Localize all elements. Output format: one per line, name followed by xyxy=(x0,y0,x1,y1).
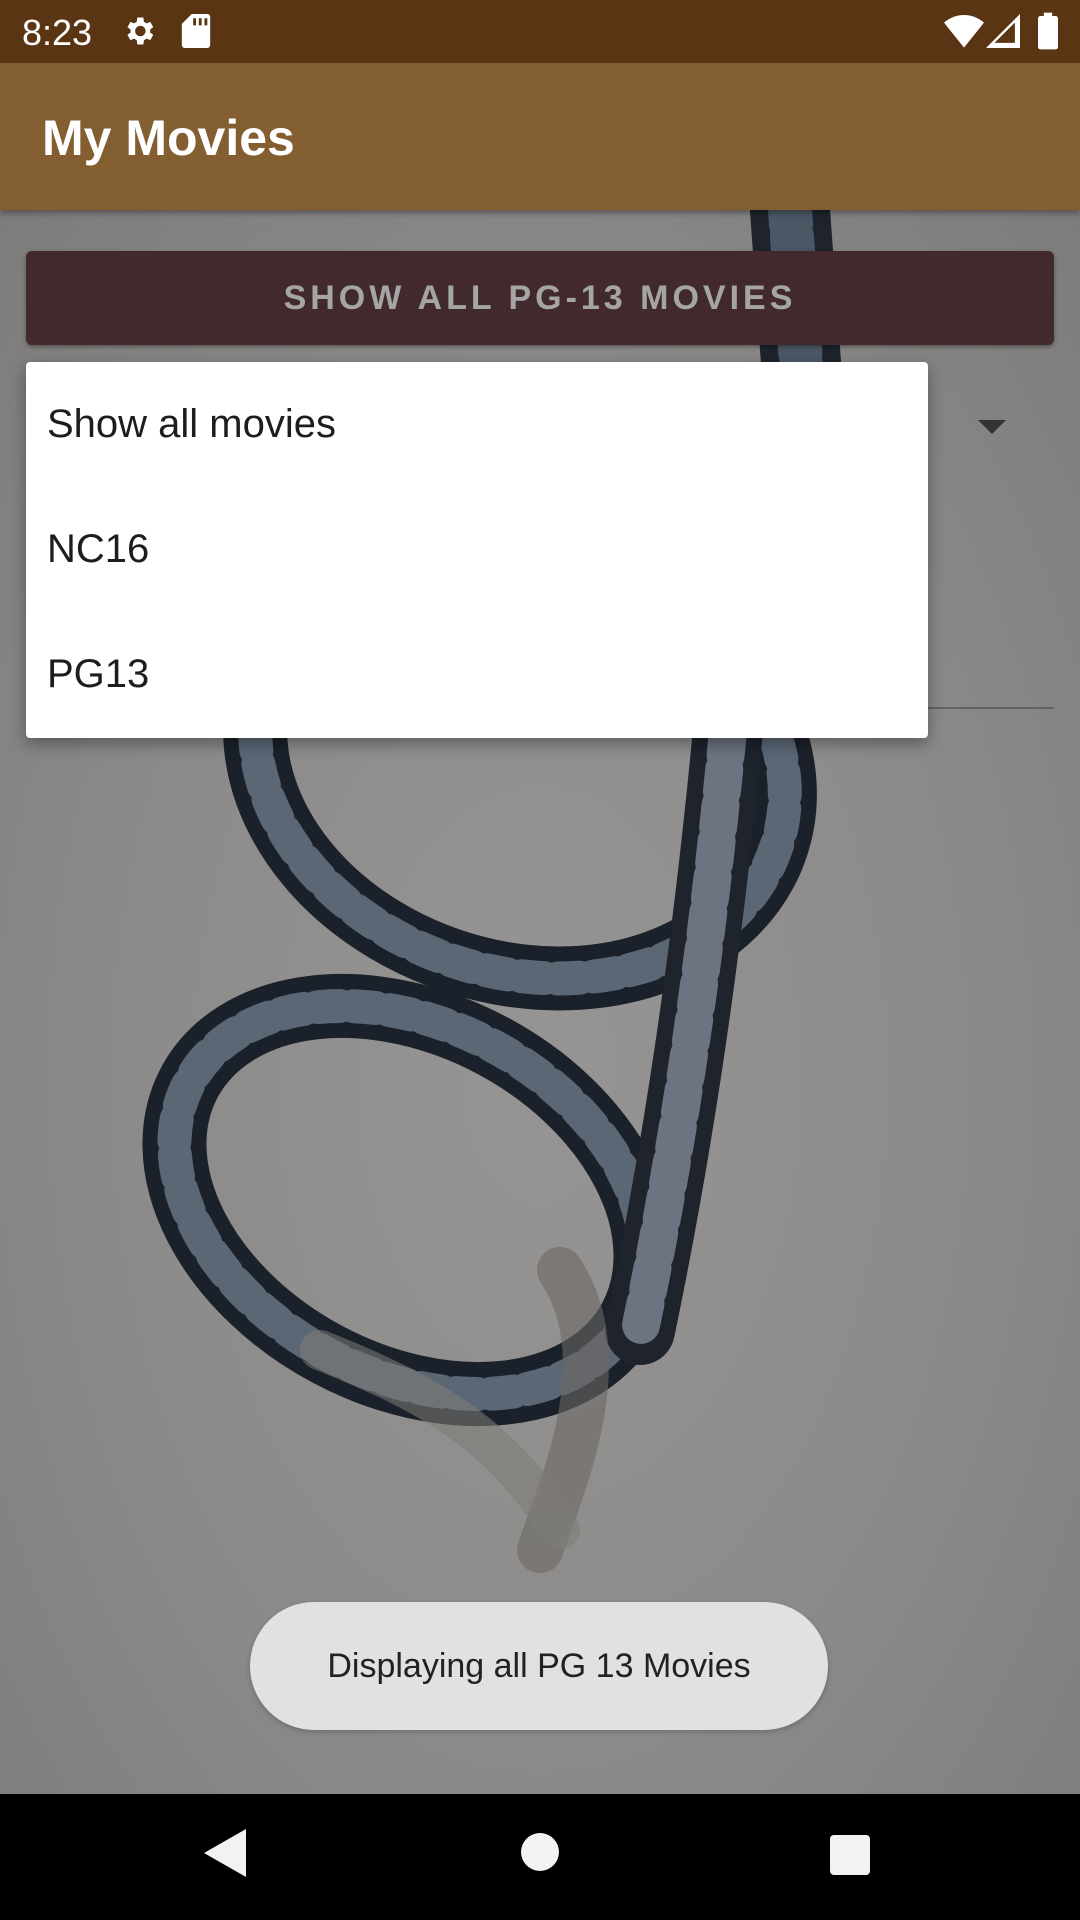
dropdown-item-pg13[interactable]: PG13 xyxy=(26,612,928,737)
dropdown-item-show-all-movies[interactable]: Show all movies xyxy=(26,362,928,487)
dropdown-item-nc16[interactable]: NC16 xyxy=(26,487,928,612)
toast-message: Displaying all PG 13 Movies xyxy=(250,1602,828,1730)
rating-filter-dropdown: Show all movies NC16 PG13 xyxy=(26,362,928,738)
battery-icon xyxy=(1038,12,1058,55)
status-time: 8:23 xyxy=(22,12,93,53)
navigation-bar xyxy=(0,1794,1080,1920)
page-title: My Movies xyxy=(42,110,295,166)
recents-icon[interactable] xyxy=(830,1835,870,1880)
gear-icon xyxy=(121,13,157,54)
status-bar: 8:23 xyxy=(0,0,1080,63)
back-icon[interactable] xyxy=(204,1829,246,1882)
main-content: SHOW ALL PG-13 MOVIES Show all movies NC… xyxy=(0,210,1080,1794)
home-icon[interactable] xyxy=(520,1832,560,1877)
sd-card-icon xyxy=(181,14,211,53)
wifi-icon xyxy=(944,14,984,53)
app-bar: My Movies xyxy=(0,63,1080,210)
cell-signal-icon xyxy=(986,14,1020,53)
